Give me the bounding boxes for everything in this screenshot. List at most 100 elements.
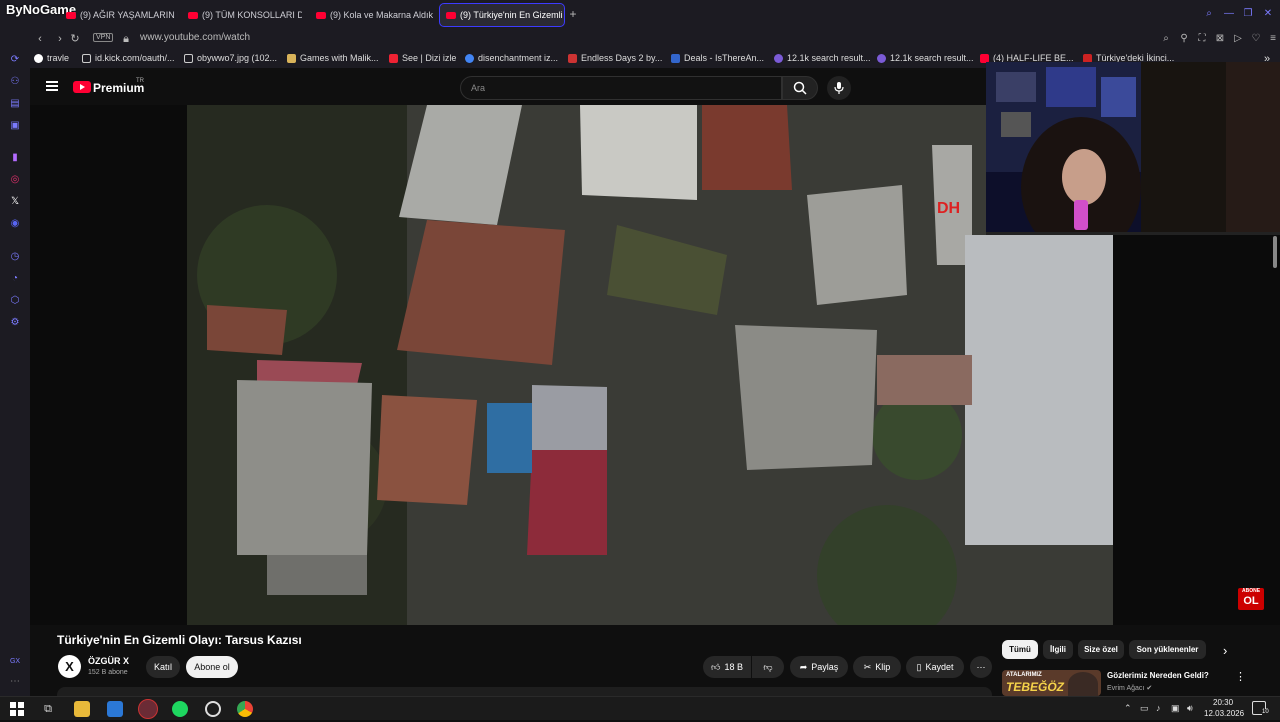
description-box[interactable] <box>57 687 992 696</box>
pin-icon[interactable]: ⚲ <box>1178 33 1190 45</box>
instagram-icon[interactable]: ◎ <box>9 174 21 186</box>
browser-tab-active[interactable]: (9) Türkiye'nin En Gizemli <box>439 3 565 27</box>
network-icon[interactable]: ▣ <box>1171 703 1180 714</box>
tray-app-icon[interactable]: ▭ <box>1140 703 1149 714</box>
scrollbar-thumb[interactable] <box>1273 236 1277 268</box>
new-tab-button[interactable]: + <box>566 7 580 21</box>
video-frame[interactable]: DH <box>187 105 1113 625</box>
bookmark[interactable]: Games with Malik... <box>287 53 379 63</box>
channel-name[interactable]: ÖZGÜR X <box>88 656 129 666</box>
history-icon[interactable]: ◷ <box>9 251 21 263</box>
player-icon[interactable]: ▣ <box>9 120 21 132</box>
browser-tab[interactable]: (9) TÜM KONSOLLARI DE <box>182 4 302 26</box>
discord-icon[interactable]: ◉ <box>9 218 21 230</box>
dislike-button[interactable]: 👎︎ <box>752 656 784 678</box>
youtube-icon <box>446 11 456 19</box>
forward-button[interactable]: › <box>53 32 67 46</box>
tray-arrow-icon[interactable]: ⌃ <box>1124 703 1132 714</box>
chrome-icon[interactable] <box>237 701 253 717</box>
clock-date[interactable]: 12.03.2026 <box>1204 709 1244 718</box>
clip-button[interactable]: ✂ Klip <box>853 656 901 678</box>
search-input[interactable]: Ara <box>460 76 782 100</box>
opera-gx-icon[interactable] <box>138 699 158 719</box>
minimize-button[interactable]: — <box>1223 8 1235 20</box>
back-button[interactable]: ‹ <box>33 32 47 46</box>
bookmark-label: travle <box>47 53 70 63</box>
lock-icon[interactable]: 🔒︎ <box>119 32 133 46</box>
obs-icon[interactable] <box>205 701 221 717</box>
hamburger-menu-icon[interactable] <box>46 81 58 91</box>
news-watermark: DH <box>937 200 961 217</box>
bookmark[interactable]: Endless Days 2 by... <box>568 53 662 63</box>
share-button[interactable]: ➦ Paylaş <box>790 656 848 678</box>
bookmark[interactable]: 12.1k search result... <box>877 53 974 63</box>
recommendation-title[interactable]: Gözlerimiz Nereden Geldi? <box>1107 671 1209 680</box>
zoom-icon[interactable]: ⌕ <box>1160 33 1172 45</box>
microphone-tray-icon[interactable]: ♪ <box>1156 703 1161 713</box>
snapshot-icon[interactable]: ⛶ <box>1196 33 1208 45</box>
volume-icon[interactable]: 🔊︎ <box>1187 703 1193 714</box>
recommendation-thumbnail[interactable]: ATALARIMIZ TEBEĞÖZ <box>1002 670 1101 696</box>
clock-time[interactable]: 20:30 <box>1213 698 1233 707</box>
download-icon[interactable]: ⊠ <box>1214 33 1226 45</box>
voice-search-button[interactable] <box>827 76 851 100</box>
youtube-logo-icon[interactable] <box>73 81 91 93</box>
bookmark[interactable]: See | Dizi izle <box>389 53 456 63</box>
settings-icon[interactable]: ⚙ <box>9 317 21 329</box>
store-icon[interactable] <box>107 701 123 717</box>
bookmark[interactable]: disenchantment iz... <box>465 53 558 63</box>
windows-taskbar: ⧉ ⌃ ▭ ♪ ▣ 🔊︎ 20:30 12.03.2026 10 <box>0 696 1280 720</box>
spotify-icon[interactable] <box>172 701 188 717</box>
bookmark[interactable]: id.kick.com/oauth/... <box>82 53 175 63</box>
search-button[interactable] <box>782 76 818 100</box>
vpn-badge[interactable]: VPN <box>93 33 114 42</box>
search-icon <box>774 53 783 63</box>
share-icon: ➦ <box>799 661 808 672</box>
more-actions-button[interactable]: ⋯ <box>970 656 992 678</box>
recommendation-channel[interactable]: Evrim Ağacı ✔ <box>1107 684 1152 692</box>
join-button[interactable]: Katıl <box>146 656 180 678</box>
more-icon[interactable]: ⋯ <box>9 676 21 688</box>
reload-button[interactable]: ↻ <box>68 32 82 46</box>
kebab-menu-icon[interactable]: ⋮ <box>1235 670 1246 683</box>
bookmark[interactable]: Deals - IsThereAn... <box>671 53 764 63</box>
twitch-icon[interactable]: ⚇ <box>9 76 21 88</box>
url-field[interactable]: www.youtube.com/watch <box>140 32 250 43</box>
browser-tab[interactable]: (9) AĞIR YAŞAMLARIN EN <box>60 4 178 26</box>
bookmark[interactable]: travle <box>34 53 69 63</box>
chip-label: Son yüklenenler <box>1136 645 1199 654</box>
player-icon[interactable]: ▷ <box>1232 33 1244 45</box>
extensions-icon[interactable]: ⬡ <box>9 295 21 307</box>
browser-tab[interactable]: (9) Kola ve Makarna Aldık <box>310 4 434 26</box>
x-icon[interactable]: 𝕏 <box>9 196 21 208</box>
restore-button[interactable]: ❐ <box>1242 8 1254 20</box>
subscribe-button[interactable]: Abone ol <box>186 656 238 678</box>
notification-count: 10 <box>1262 709 1269 715</box>
chevron-right-icon[interactable]: › <box>1223 643 1227 658</box>
verified-icon: ✔ <box>1146 685 1153 692</box>
share-label: Paylaş <box>811 662 839 672</box>
chip-all[interactable]: Tümü <box>1002 640 1038 659</box>
close-button[interactable]: ✕ <box>1262 8 1274 20</box>
badge-top: ABONE <box>1241 588 1261 594</box>
clock-icon[interactable]: ◔ <box>9 273 21 285</box>
channel-avatar[interactable]: X <box>58 655 81 678</box>
file-explorer-icon[interactable] <box>74 701 90 717</box>
gallery-icon[interactable]: ▤ <box>9 98 21 110</box>
task-view-icon[interactable]: ⧉ <box>40 701 56 717</box>
menu-icon[interactable]: ≡ <box>1267 33 1279 45</box>
tab-label: (9) Kola ve Makarna Aldık <box>330 10 434 20</box>
search-icon <box>793 81 807 95</box>
bookmark[interactable]: 12.1k search result... <box>774 53 871 63</box>
search-tabs-icon[interactable]: ⌕ <box>1203 8 1215 20</box>
windows-start-icon[interactable] <box>9 701 25 717</box>
chip-recent[interactable]: Son yüklenenler <box>1129 640 1206 659</box>
chip-related[interactable]: İlgili <box>1043 640 1073 659</box>
like-button[interactable]: 👍︎ 18 B <box>703 656 751 678</box>
gx-control-icon[interactable]: ⟳ <box>9 54 21 66</box>
chip-for-you[interactable]: Size özel <box>1078 640 1124 659</box>
heart-icon[interactable]: ♡ <box>1250 33 1262 45</box>
save-button[interactable]: ▯ Kaydet <box>906 656 964 678</box>
twitch-icon[interactable]: ▮ <box>9 152 21 164</box>
bookmark[interactable]: obywwo7.jpg (102... <box>184 53 277 63</box>
